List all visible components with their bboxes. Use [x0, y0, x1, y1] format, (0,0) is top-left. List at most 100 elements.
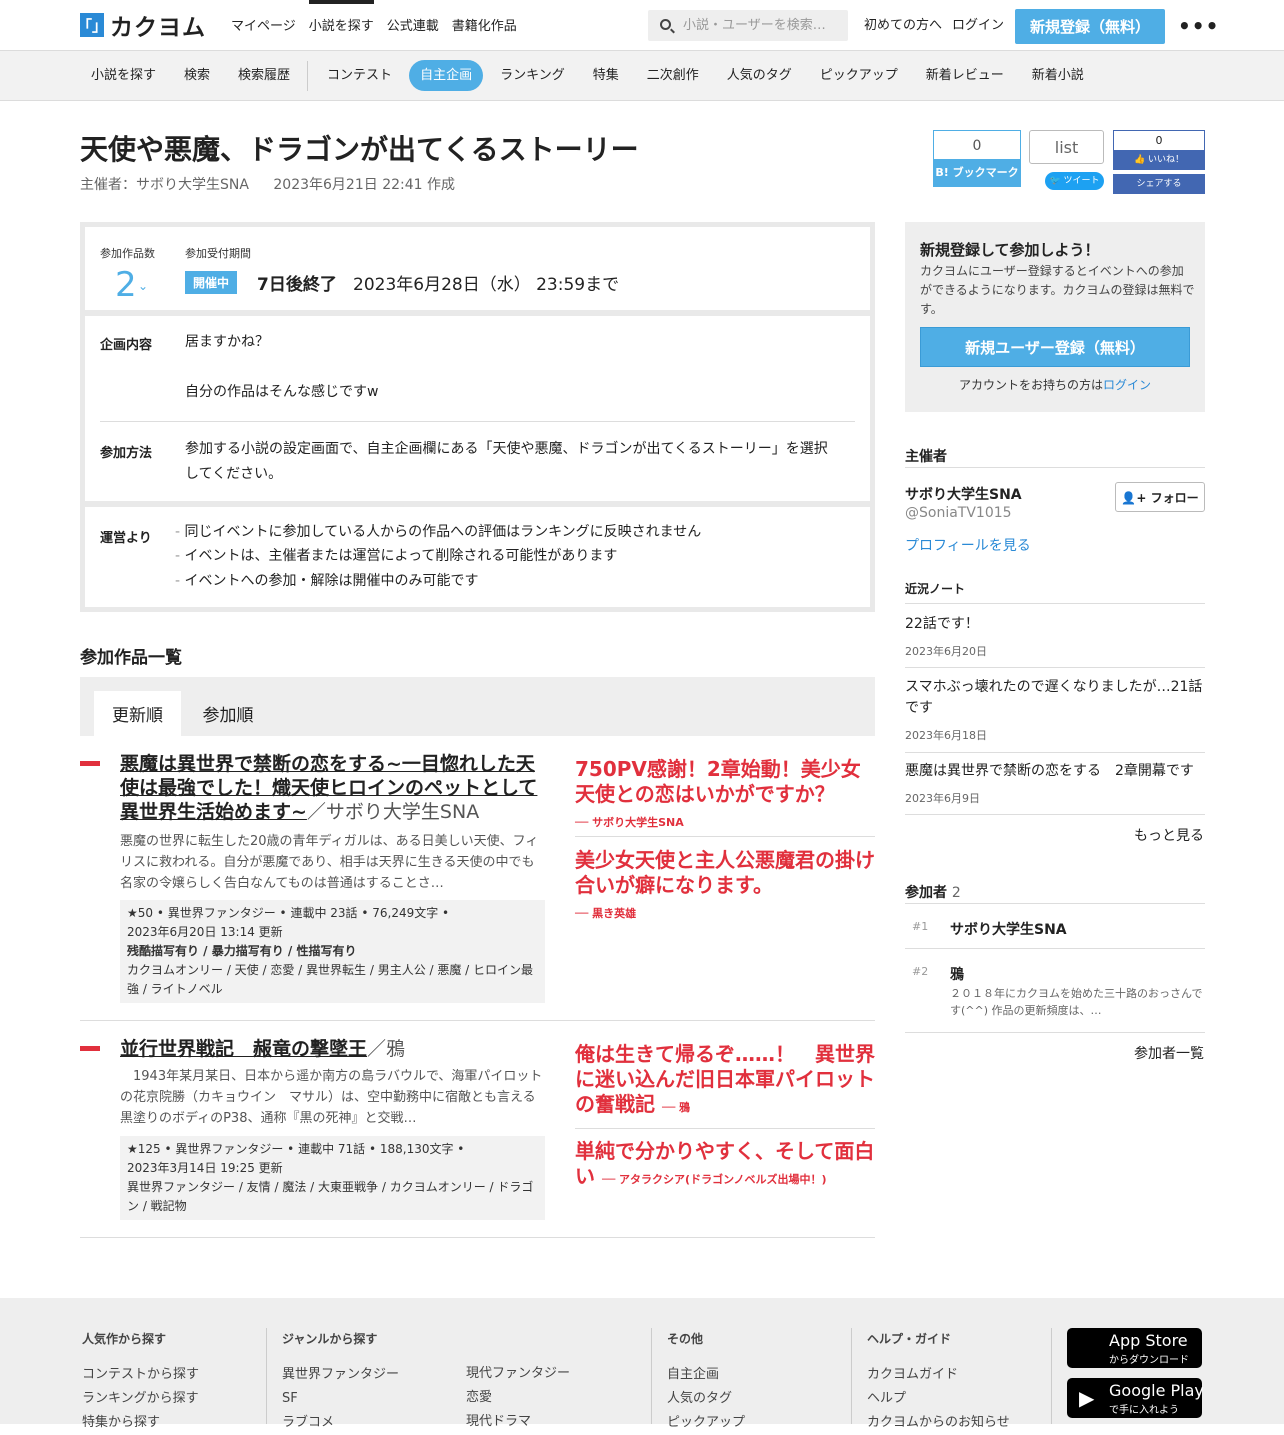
thumbs-up-icon: 👍 — [1133, 155, 1146, 165]
follow-button[interactable]: 👤+ フォロー — [1115, 482, 1205, 512]
search-input[interactable]: 小説・ユーザーを検索… — [648, 10, 848, 41]
subnav-fanfiction[interactable]: 二次創作 — [636, 60, 710, 91]
work-title[interactable]: 悪魔は異世界で禁断の恋をする~一目惚れした天使は最強でした！熾天使ヒロインのペッ… — [120, 752, 540, 824]
subnav-pickup[interactable]: ピックアップ — [809, 60, 909, 91]
review-divider — [575, 1128, 875, 1129]
work-warnings: 残酷描写有り / 暴力描写有り / 性描写有り — [127, 944, 357, 958]
first-time-link[interactable]: 初めての方へ — [864, 0, 942, 51]
notice-item: - イベントは、主催者または運営によって削除される可能性があります — [175, 548, 618, 564]
notice-item: - 同じイベントに参加している人からの作品への評価はランキングに反映されません — [175, 524, 702, 540]
footer-heading: 人気作から探す — [82, 1332, 167, 1346]
footer-link[interactable]: ヘルプ — [867, 1387, 1010, 1411]
fb-like-button[interactable]: 👍 いいね！ — [1114, 150, 1204, 170]
footer-link[interactable]: 自主企画 — [667, 1363, 745, 1387]
profile-link[interactable]: プロフィールを見る — [905, 535, 1031, 555]
host-heading: 主催者 — [905, 449, 947, 465]
signup-text: カクヨムにユーザー登録するとイベントへの参加ができるようになります。カクヨムの登… — [920, 264, 1195, 316]
deadline: 2023年6月28日（水） 23:59まで — [353, 275, 620, 295]
notice-item: - イベントへの参加・解除は開催中のみ可能です — [175, 573, 479, 589]
footer-link[interactable]: 恋愛 — [466, 1386, 570, 1410]
footer-divider — [266, 1328, 267, 1424]
note-title[interactable]: 22話です！ — [905, 614, 1205, 635]
work-review[interactable]: 俺は生きて帰るぞ……！ 異世界に迷い込んだ旧日本軍パイロットの奮戦記 ── 鴉 — [575, 1042, 875, 1120]
footer-link[interactable]: 現代ファンタジー — [466, 1362, 570, 1386]
subnav-search[interactable]: 検索 — [173, 60, 221, 91]
page-title: 天使や悪魔、ドラゴンが出てくるストーリー — [80, 133, 639, 166]
participant-rank: #1 — [912, 920, 929, 933]
note-title[interactable]: 悪魔は異世界で禁断の恋をする 2章開幕です — [905, 761, 1205, 782]
more-menu-icon[interactable]: ••• — [1178, 14, 1219, 38]
footer-link[interactable]: 現代ドラマ — [466, 1410, 570, 1434]
chevron-down-icon[interactable]: ⌄ — [138, 279, 148, 293]
work-updated: 2023年3月14日 19:25 更新 — [127, 1161, 283, 1175]
footer-link[interactable]: カクヨムからのお知らせ — [867, 1411, 1010, 1435]
status-badge: 開催中 — [185, 271, 238, 294]
hatena-label: B! ブックマーク — [934, 159, 1020, 186]
notes-more-link[interactable]: もっと見る — [1134, 825, 1204, 845]
footer-link[interactable]: 人気のタグ — [667, 1387, 745, 1411]
subnav-search-novels[interactable]: 小説を探す — [80, 60, 167, 91]
facebook-like-box[interactable]: 0 👍 いいね！ — [1113, 130, 1205, 170]
kakuyomu-logo[interactable]: 「」 カクヨム — [77, 13, 206, 41]
entry-count[interactable]: 2 — [115, 265, 137, 305]
google-play-sub: で手に入れよう — [1109, 1405, 1179, 1416]
divider — [905, 467, 1205, 468]
subnav-history[interactable]: 検索履歴 — [227, 60, 301, 91]
host-label[interactable]: 主催者：サボり大学生SNA — [80, 177, 249, 193]
tweet-button[interactable]: 🐦 ツイート — [1045, 172, 1104, 190]
divider — [905, 603, 1205, 604]
signup-login-link[interactable]: ログイン — [1103, 378, 1151, 392]
user-plus-icon: 👤+ — [1121, 491, 1147, 505]
google-play-badge[interactable]: ▶ Google Play で手に入れよう — [1067, 1378, 1204, 1418]
login-link[interactable]: ログイン — [952, 0, 1004, 51]
nav-mypage[interactable]: マイページ — [231, 0, 296, 51]
host-name[interactable]: サボり大学生SNA — [905, 484, 1022, 504]
footer-col-popular: 人気作から探す コンテストから探す ランキングから探す 特集から探す — [82, 1330, 199, 1435]
subnav-contest[interactable]: コンテスト — [316, 60, 403, 91]
subnav-popular-tags[interactable]: 人気のタグ — [716, 60, 803, 91]
work-review[interactable]: 美少女天使と主人公悪魔君の掛け合いが癖になります。 ── 黒き英雄 — [575, 848, 875, 926]
divider — [905, 948, 1205, 949]
logo-text: カクヨム — [110, 15, 206, 41]
footer-link[interactable]: 異世界ファンタジー — [282, 1363, 399, 1387]
divider — [905, 667, 1205, 668]
register-button[interactable]: 新規登録（無料） — [1015, 9, 1165, 44]
sub-nav: 小説を探す 検索 検索履歴 コンテスト 自主企画 ランキング 特集 二次創作 人… — [0, 51, 1284, 101]
footer-link[interactable]: コンテストから探す — [82, 1363, 199, 1387]
hatena-bookmark-button[interactable]: 0 B! ブックマーク — [933, 130, 1021, 187]
footer-link[interactable]: ラブコメ — [282, 1411, 399, 1435]
participants-all-link[interactable]: 参加者一覧 — [1134, 1043, 1204, 1063]
footer-heading: その他 — [667, 1332, 704, 1346]
footer-link[interactable]: 特集から探す — [82, 1411, 199, 1435]
work-review[interactable]: 750PV感謝！2章始動！美少女天使との恋はいかがですか？ ── サボり大学生SN… — [575, 757, 875, 835]
divider — [905, 903, 1205, 904]
footer-link[interactable]: ピックアップ — [667, 1411, 745, 1435]
nav-official[interactable]: 公式連載 — [387, 0, 439, 51]
participant-name[interactable]: サボり大学生SNA — [950, 919, 1067, 939]
tab-joined[interactable]: 参加順 — [190, 691, 266, 736]
work-title[interactable]: 並行世界戦記 赧竜の撃墜王／鴉 — [120, 1037, 560, 1061]
subnav-new-reviews[interactable]: 新着レビュー — [915, 60, 1015, 91]
subnav-ranking[interactable]: ランキング — [489, 60, 576, 91]
subnav-new-novels[interactable]: 新着小説 — [1021, 60, 1095, 91]
note-title[interactable]: スマホぶっ壊れたので遅くなりましたが…21話です — [905, 677, 1205, 719]
follow-label: フォロー — [1150, 491, 1199, 505]
nav-books[interactable]: 書籍化作品 — [452, 0, 517, 51]
signup-button[interactable]: 新規ユーザー登録（無料） — [920, 327, 1190, 367]
tab-updated[interactable]: 更新順 — [94, 691, 181, 736]
app-store-badge[interactable]: App Store からダウンロード — [1067, 1328, 1202, 1368]
fb-share-button[interactable]: シェアする — [1113, 174, 1205, 194]
work-info: ★125 • 異世界ファンタジー • 連載中 71話 • 188,130文字 •… — [120, 1136, 545, 1220]
footer-link[interactable]: カクヨムガイド — [867, 1363, 1010, 1387]
footer-link[interactable]: SF — [282, 1387, 399, 1411]
subnav-features[interactable]: 特集 — [582, 60, 630, 91]
work-tags[interactable]: カクヨムオンリー / 天使 / 恋愛 / 異世界転生 / 男主人公 / 悪魔 /… — [127, 961, 538, 999]
work-review[interactable]: 単純で分かりやすく、そして面白い ── アタラクシア(ドラゴンノベルズ出場中！) — [575, 1139, 875, 1192]
footer-divider — [651, 1328, 652, 1424]
participant-name[interactable]: 鴉 — [950, 964, 964, 984]
host-id: @SoniaTV1015 — [905, 505, 1012, 521]
nav-search-novels[interactable]: 小説を探す — [308, 0, 374, 51]
work-tags[interactable]: 異世界ファンタジー / 友情 / 魔法 / 大東亜戦争 / カクヨムオンリー /… — [127, 1178, 538, 1216]
subnav-user-events[interactable]: 自主企画 — [409, 60, 484, 91]
footer-link[interactable]: ランキングから探す — [82, 1387, 199, 1411]
